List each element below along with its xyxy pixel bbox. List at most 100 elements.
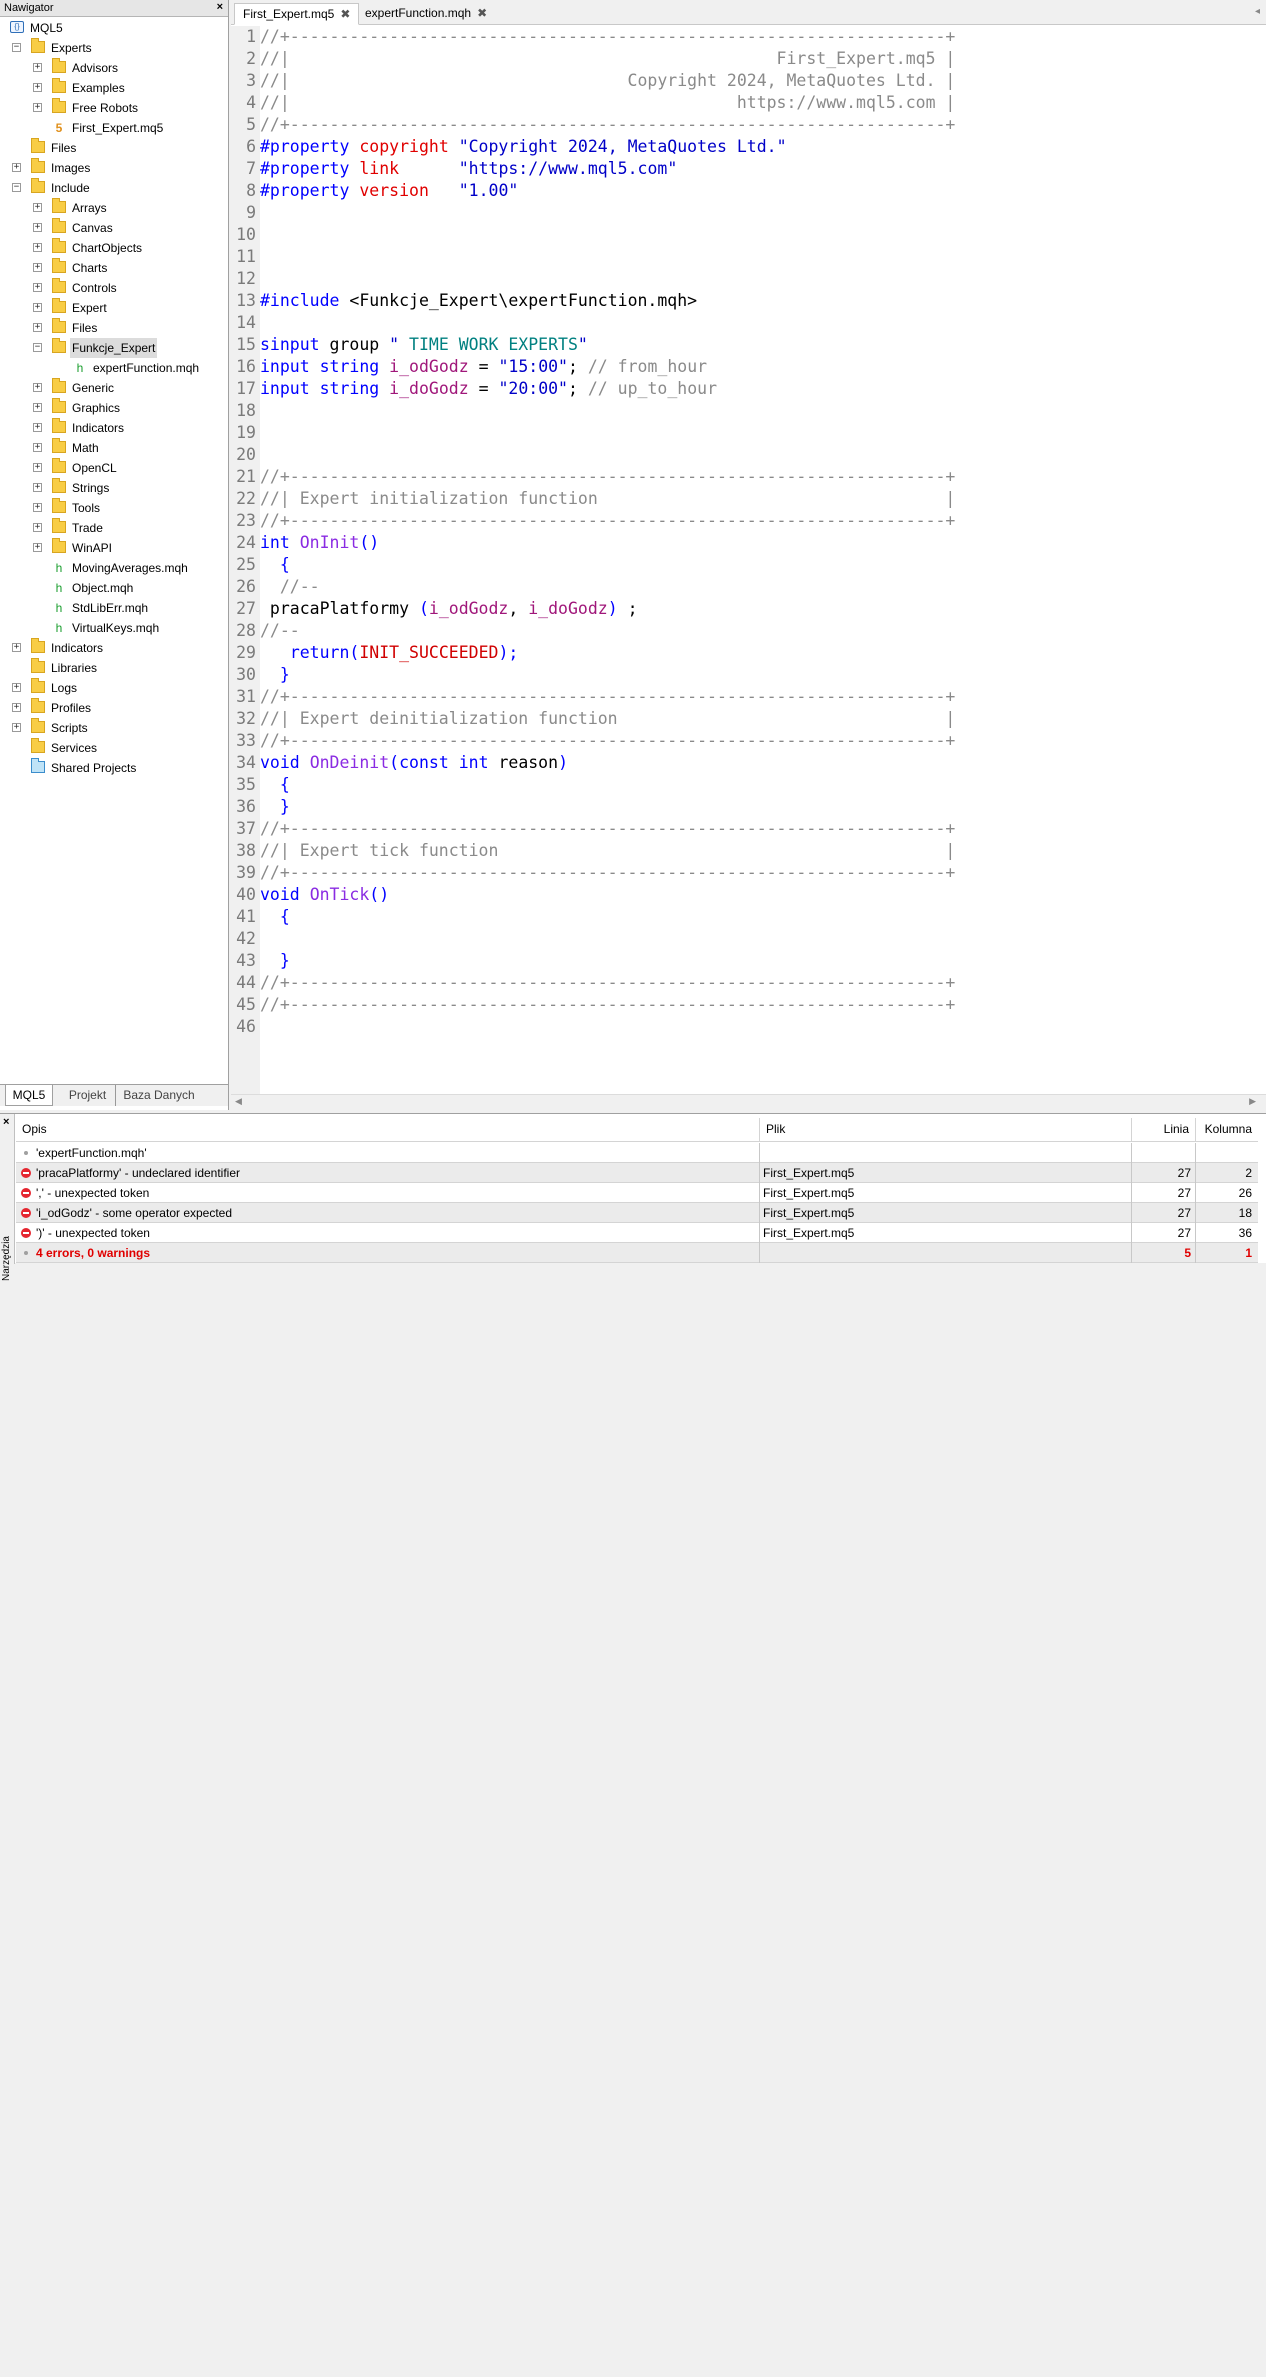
tree-item[interactable]: h VirtualKeys.mqh <box>0 618 228 638</box>
tree-item[interactable]: + Files <box>0 318 228 338</box>
expand-toggle-icon[interactable]: + <box>12 643 21 652</box>
navigator-tab-baza-danych[interactable]: Baza Danych <box>118 1085 200 1106</box>
tree-item[interactable]: + Graphics <box>0 398 228 418</box>
tree-item[interactable]: − Funkcje_Expert <box>0 338 228 358</box>
code-line[interactable]: //+-------------------------------------… <box>260 994 955 1016</box>
expand-toggle-icon[interactable]: + <box>33 443 42 452</box>
expand-toggle-icon[interactable]: + <box>33 323 42 332</box>
tree-item[interactable]: h expertFunction.mqh <box>0 358 228 378</box>
editor-tab[interactable]: expertFunction.mqh ✖ <box>357 3 495 25</box>
tree-item[interactable]: + Charts <box>0 258 228 278</box>
tree-item[interactable]: + Generic <box>0 378 228 398</box>
expand-toggle-icon[interactable]: + <box>33 83 42 92</box>
tab-close-icon[interactable]: ✖ <box>477 6 487 20</box>
tree-item[interactable]: + Examples <box>0 78 228 98</box>
scroll-left-icon[interactable]: ◀ <box>235 1096 242 1107</box>
collapse-toggle-icon[interactable]: − <box>12 183 21 192</box>
tree-item[interactable]: + Advisors <box>0 58 228 78</box>
tree-item[interactable]: + Expert <box>0 298 228 318</box>
code-line[interactable]: { <box>260 774 290 796</box>
code-line[interactable]: input string i_odGodz = "15:00"; // from… <box>260 356 707 378</box>
error-row[interactable]: ',' - unexpected token First_Expert.mq5 27… <box>16 1183 1258 1203</box>
code-area[interactable]: //+-------------------------------------… <box>260 26 1260 1094</box>
code-line[interactable]: //+-------------------------------------… <box>260 26 955 48</box>
expand-toggle-icon[interactable]: + <box>33 463 42 472</box>
tree-item[interactable]: + Math <box>0 438 228 458</box>
code-line[interactable]: { <box>260 554 290 576</box>
tree-item[interactable]: + Images <box>0 158 228 178</box>
collapse-toggle-icon[interactable]: − <box>33 343 42 352</box>
code-line[interactable]: //+-------------------------------------… <box>260 862 955 884</box>
column-header-line[interactable]: Linia <box>1132 1118 1196 1142</box>
editor-tab[interactable]: First_Expert.mq5 ✖ <box>234 3 360 25</box>
scroll-right-icon[interactable]: ▶ <box>1249 1096 1256 1107</box>
expand-toggle-icon[interactable]: + <box>12 723 21 732</box>
tree-item[interactable]: 5 First_Expert.mq5 <box>0 118 228 138</box>
code-line[interactable]: } <box>260 950 290 972</box>
code-line[interactable]: return(INIT_SUCCEEDED); <box>260 642 519 664</box>
code-line[interactable]: } <box>260 796 290 818</box>
tab-scroll-left-icon[interactable]: ◂ <box>1255 6 1260 17</box>
expand-toggle-icon[interactable]: + <box>33 223 42 232</box>
code-line[interactable]: //-- <box>260 576 320 598</box>
expand-toggle-icon[interactable]: + <box>33 483 42 492</box>
navigator-tab-mql5[interactable]: MQL5 <box>5 1085 53 1106</box>
tree-item[interactable]: Files <box>0 138 228 158</box>
expand-toggle-icon[interactable]: + <box>33 523 42 532</box>
tree-item[interactable]: + Controls <box>0 278 228 298</box>
tree-item[interactable]: + Tools <box>0 498 228 518</box>
expand-toggle-icon[interactable]: + <box>12 683 21 692</box>
tree-item[interactable]: + Indicators <box>0 418 228 438</box>
expand-toggle-icon[interactable]: + <box>12 703 21 712</box>
tree-item[interactable]: + Trade <box>0 518 228 538</box>
tree-item[interactable]: h MovingAverages.mqh <box>0 558 228 578</box>
tree-item[interactable]: {} MQL5 <box>0 18 228 38</box>
tree-item[interactable]: + ChartObjects <box>0 238 228 258</box>
code-line[interactable]: void OnTick() <box>260 884 389 906</box>
error-row[interactable]: 'expertFunction.mqh' <box>16 1143 1258 1163</box>
tree-item[interactable]: + Free Robots <box>0 98 228 118</box>
expand-toggle-icon[interactable]: + <box>33 63 42 72</box>
error-row[interactable]: ')' - unexpected token First_Expert.mq5 27… <box>16 1223 1258 1243</box>
code-line[interactable]: //| Expert initialization function | <box>260 488 955 510</box>
code-line[interactable]: //+-------------------------------------… <box>260 818 955 840</box>
tree-item[interactable]: + WinAPI <box>0 538 228 558</box>
tree-item[interactable]: Services <box>0 738 228 758</box>
tree-item[interactable]: − Experts <box>0 38 228 58</box>
expand-toggle-icon[interactable]: + <box>33 103 42 112</box>
code-line[interactable]: input string i_doGodz = "20:00"; // up_t… <box>260 378 717 400</box>
horizontal-scrollbar[interactable]: ◀ ▶ <box>231 1094 1266 1110</box>
expand-toggle-icon[interactable]: + <box>33 383 42 392</box>
code-line[interactable]: #property version "1.00" <box>260 180 518 202</box>
navigator-tab-projekt[interactable]: Projekt <box>60 1085 116 1106</box>
tab-close-icon[interactable]: ✖ <box>340 7 350 21</box>
column-header-desc[interactable]: Opis <box>16 1118 760 1142</box>
code-line[interactable]: sinput group " TIME WORK EXPERTS" <box>260 334 588 356</box>
tree-item[interactable]: + OpenCL <box>0 458 228 478</box>
code-line[interactable]: //+-------------------------------------… <box>260 114 955 136</box>
tree-item[interactable]: + Strings <box>0 478 228 498</box>
code-line[interactable]: //+-------------------------------------… <box>260 686 955 708</box>
code-line[interactable]: //| https://www.mql5.com | <box>260 92 955 114</box>
expand-toggle-icon[interactable]: + <box>33 283 42 292</box>
errors-summary-row[interactable]: 4 errors, 0 warnings 5 1 <box>16 1243 1258 1263</box>
toolbox-side-label[interactable]: Narzędzia <box>1 1236 12 1281</box>
code-line[interactable]: //| Expert tick function | <box>260 840 955 862</box>
expand-toggle-icon[interactable]: + <box>33 263 42 272</box>
code-line[interactable]: } <box>260 664 290 686</box>
expand-toggle-icon[interactable]: + <box>33 403 42 412</box>
code-line[interactable]: int OnInit() <box>260 532 379 554</box>
toolbox-vertical-scrollbar[interactable] <box>1258 2250 1266 2377</box>
code-line[interactable]: #include <Funkcje_Expert\expertFunction.… <box>260 290 697 312</box>
tree-item[interactable]: − Include <box>0 178 228 198</box>
navigator-close-icon[interactable]: × <box>217 1 223 13</box>
column-header-file[interactable]: Plik <box>760 1118 1132 1142</box>
toolbox-close-icon[interactable]: × <box>3 1116 9 1128</box>
tree-item[interactable]: h StdLibErr.mqh <box>0 598 228 618</box>
column-header-col[interactable]: Kolumna <box>1196 1118 1258 1142</box>
code-line[interactable]: pracaPlatformy (i_odGodz, i_doGodz) ; <box>260 598 638 620</box>
code-line[interactable]: //-- <box>260 620 300 642</box>
code-line[interactable]: //+-------------------------------------… <box>260 730 955 752</box>
tree-item[interactable]: + Scripts <box>0 718 228 738</box>
expand-toggle-icon[interactable]: + <box>33 243 42 252</box>
